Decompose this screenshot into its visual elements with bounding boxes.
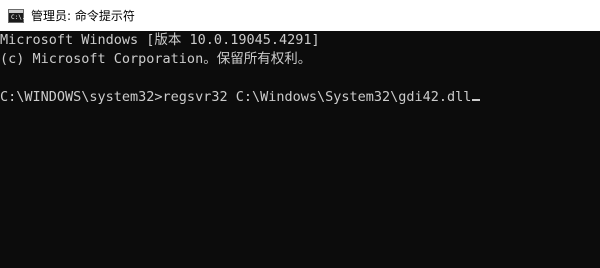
console-command-line[interactable]: C:\WINDOWS\system32>regsvr32 C:\Windows\… bbox=[0, 88, 600, 107]
cmd-console-icon: C:\. bbox=[8, 8, 26, 23]
command-prompt-window: C:\. 管理员: 命令提示符 Microsoft Windows [版本 10… bbox=[0, 0, 600, 268]
cmd-icon-label: C:\. bbox=[11, 13, 26, 21]
console-line-copyright: (c) Microsoft Corporation。保留所有权利。 bbox=[0, 51, 312, 67]
console-line-version: Microsoft Windows [版本 10.0.19045.4291] bbox=[0, 32, 320, 48]
window-title: 管理员: 命令提示符 bbox=[31, 9, 135, 23]
command-prompt-text: C:\WINDOWS\system32>regsvr32 C:\Windows\… bbox=[0, 89, 472, 105]
text-cursor bbox=[472, 99, 481, 101]
title-bar[interactable]: C:\. 管理员: 命令提示符 bbox=[0, 0, 600, 31]
console-output-area[interactable]: Microsoft Windows [版本 10.0.19045.4291] (… bbox=[0, 31, 600, 268]
